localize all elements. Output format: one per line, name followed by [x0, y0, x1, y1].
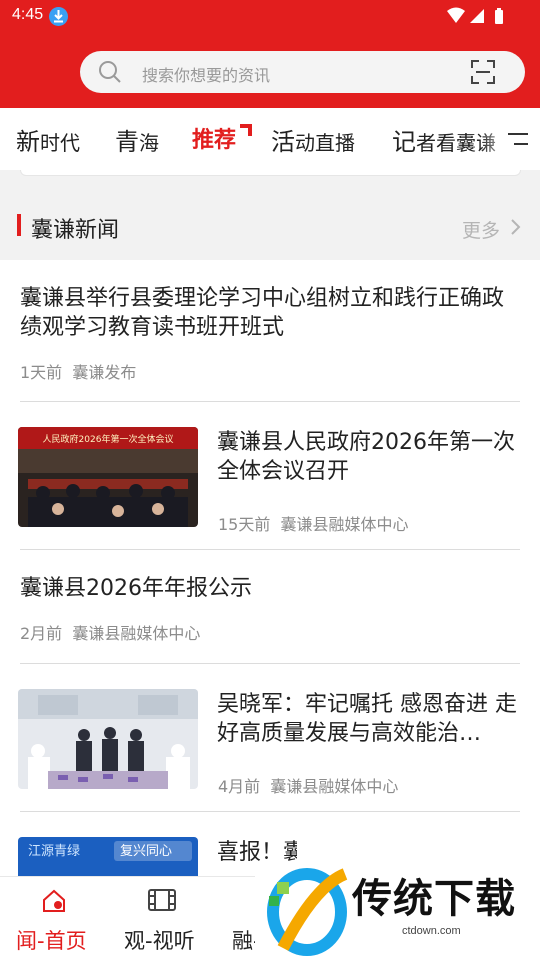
news-title: 囊谦县人民政府2026年第一次全体会议召开 — [217, 430, 515, 484]
news-thumbnail: 人民政府2026年第一次全体会议 — [18, 427, 198, 527]
news-source: 囊谦县融媒体中心 — [72, 624, 201, 643]
news-meta: 2月前 囊谦县融媒体中心 — [20, 620, 200, 644]
status-bar: 4:45 — [0, 0, 540, 32]
thumb-text-a: 江源青绿 — [28, 844, 80, 859]
nav-video[interactable]: 观-视听 — [108, 877, 216, 960]
wifi-icon — [447, 7, 465, 23]
news-item[interactable]: 人民政府2026年第一次全体会议 囊谦县人民政府2026年第一次全体会议召开 1… — [0, 402, 540, 550]
tab-qinghai[interactable]: 青海 — [115, 122, 159, 157]
search-placeholder: 搜索你想要的资讯 — [142, 66, 271, 85]
more-link[interactable]: 更多 — [462, 216, 500, 243]
nav-video-label: 观-视听 — [124, 929, 195, 953]
system-icons — [446, 7, 510, 29]
news-source: 囊谦县融媒体中心 — [270, 777, 399, 796]
news-item[interactable]: 吴晓军：牢记嘱托 感恩奋进 走好高质量发展与高效能治… 4月前 囊谦县融媒体中心 — [0, 664, 540, 812]
status-time: 4:45 — [12, 6, 44, 23]
section-accent-bar — [17, 214, 21, 236]
news-time: 2月前 — [20, 624, 63, 643]
active-tab-marker — [240, 124, 252, 136]
news-thumbnail — [18, 689, 198, 789]
thumb-text-b: 复兴同心 — [120, 844, 172, 859]
home-icon — [43, 889, 65, 912]
tab-xinshidai[interactable]: 新时代 — [16, 122, 80, 157]
news-meta: 4月前 囊谦县融媒体中心 — [218, 773, 398, 797]
section-title: 囊谦新闻 — [31, 218, 120, 243]
news-time: 1天前 — [20, 363, 63, 382]
search-bar[interactable]: 搜索你想要的资讯 — [80, 51, 525, 93]
spacer — [0, 170, 540, 192]
chevron-right-icon[interactable] — [511, 219, 521, 235]
scan-icon[interactable] — [471, 60, 495, 84]
news-title: 囊谦县举行县委理论学习中心组树立和践行正确政绩观学习教育读书班开班式 — [20, 286, 505, 340]
signal-icon — [470, 9, 484, 23]
thumb-banner-text: 人民政府2026年第一次全体会议 — [43, 433, 174, 445]
nav-home-label: 闻-首页 — [16, 929, 87, 953]
news-time: 4月前 — [218, 777, 261, 796]
search-icon — [99, 61, 121, 83]
news-item[interactable]: 囊谦县2026年年报公示 2月前 囊谦县融媒体中心 — [0, 550, 540, 664]
nav-home[interactable]: 闻-首页 — [0, 877, 108, 960]
news-title: 吴晓军：牢记嘱托 感恩奋进 走好高质量发展与高效能治… — [217, 692, 517, 746]
watermark-url: ctdown.com — [402, 925, 461, 937]
news-source: 囊谦发布 — [72, 363, 137, 382]
news-item[interactable]: 囊谦县举行县委理论学习中心组树立和践行正确政绩观学习教育读书班开班式 1天前 囊… — [0, 260, 540, 402]
watermark-text: 传统下载 — [352, 876, 516, 922]
news-meta: 1天前 囊谦发布 — [20, 359, 136, 383]
tab-tuijian[interactable]: 推荐 — [192, 122, 252, 154]
download-icon — [49, 7, 68, 26]
news-title: 囊谦县2026年年报公示 — [20, 576, 252, 601]
news-thumbnail: 江源青绿 复兴同心 — [18, 837, 198, 876]
news-source: 囊谦县融媒体中心 — [280, 515, 409, 534]
tab-huodong-zhibo[interactable]: 活动直播 — [271, 122, 355, 157]
app-header: 4:45 搜索你想要的资讯 — [0, 0, 540, 108]
card-edge — [20, 170, 521, 176]
news-time: 15天前 — [218, 515, 271, 534]
battery-icon — [495, 10, 503, 24]
section-header: 囊谦新闻 更多 — [0, 192, 540, 260]
news-meta: 15天前 囊谦县融媒体中心 — [218, 511, 409, 535]
channel-tabs: 新时代 青海 推荐 活动直播 记者看囊谦 — [0, 108, 540, 170]
channel-menu-icon[interactable] — [508, 132, 528, 146]
film-icon — [148, 889, 176, 911]
news-list: 囊谦县举行县委理论学习中心组树立和践行正确政绩观学习教育读书班开班式 1天前 囊… — [0, 260, 540, 876]
